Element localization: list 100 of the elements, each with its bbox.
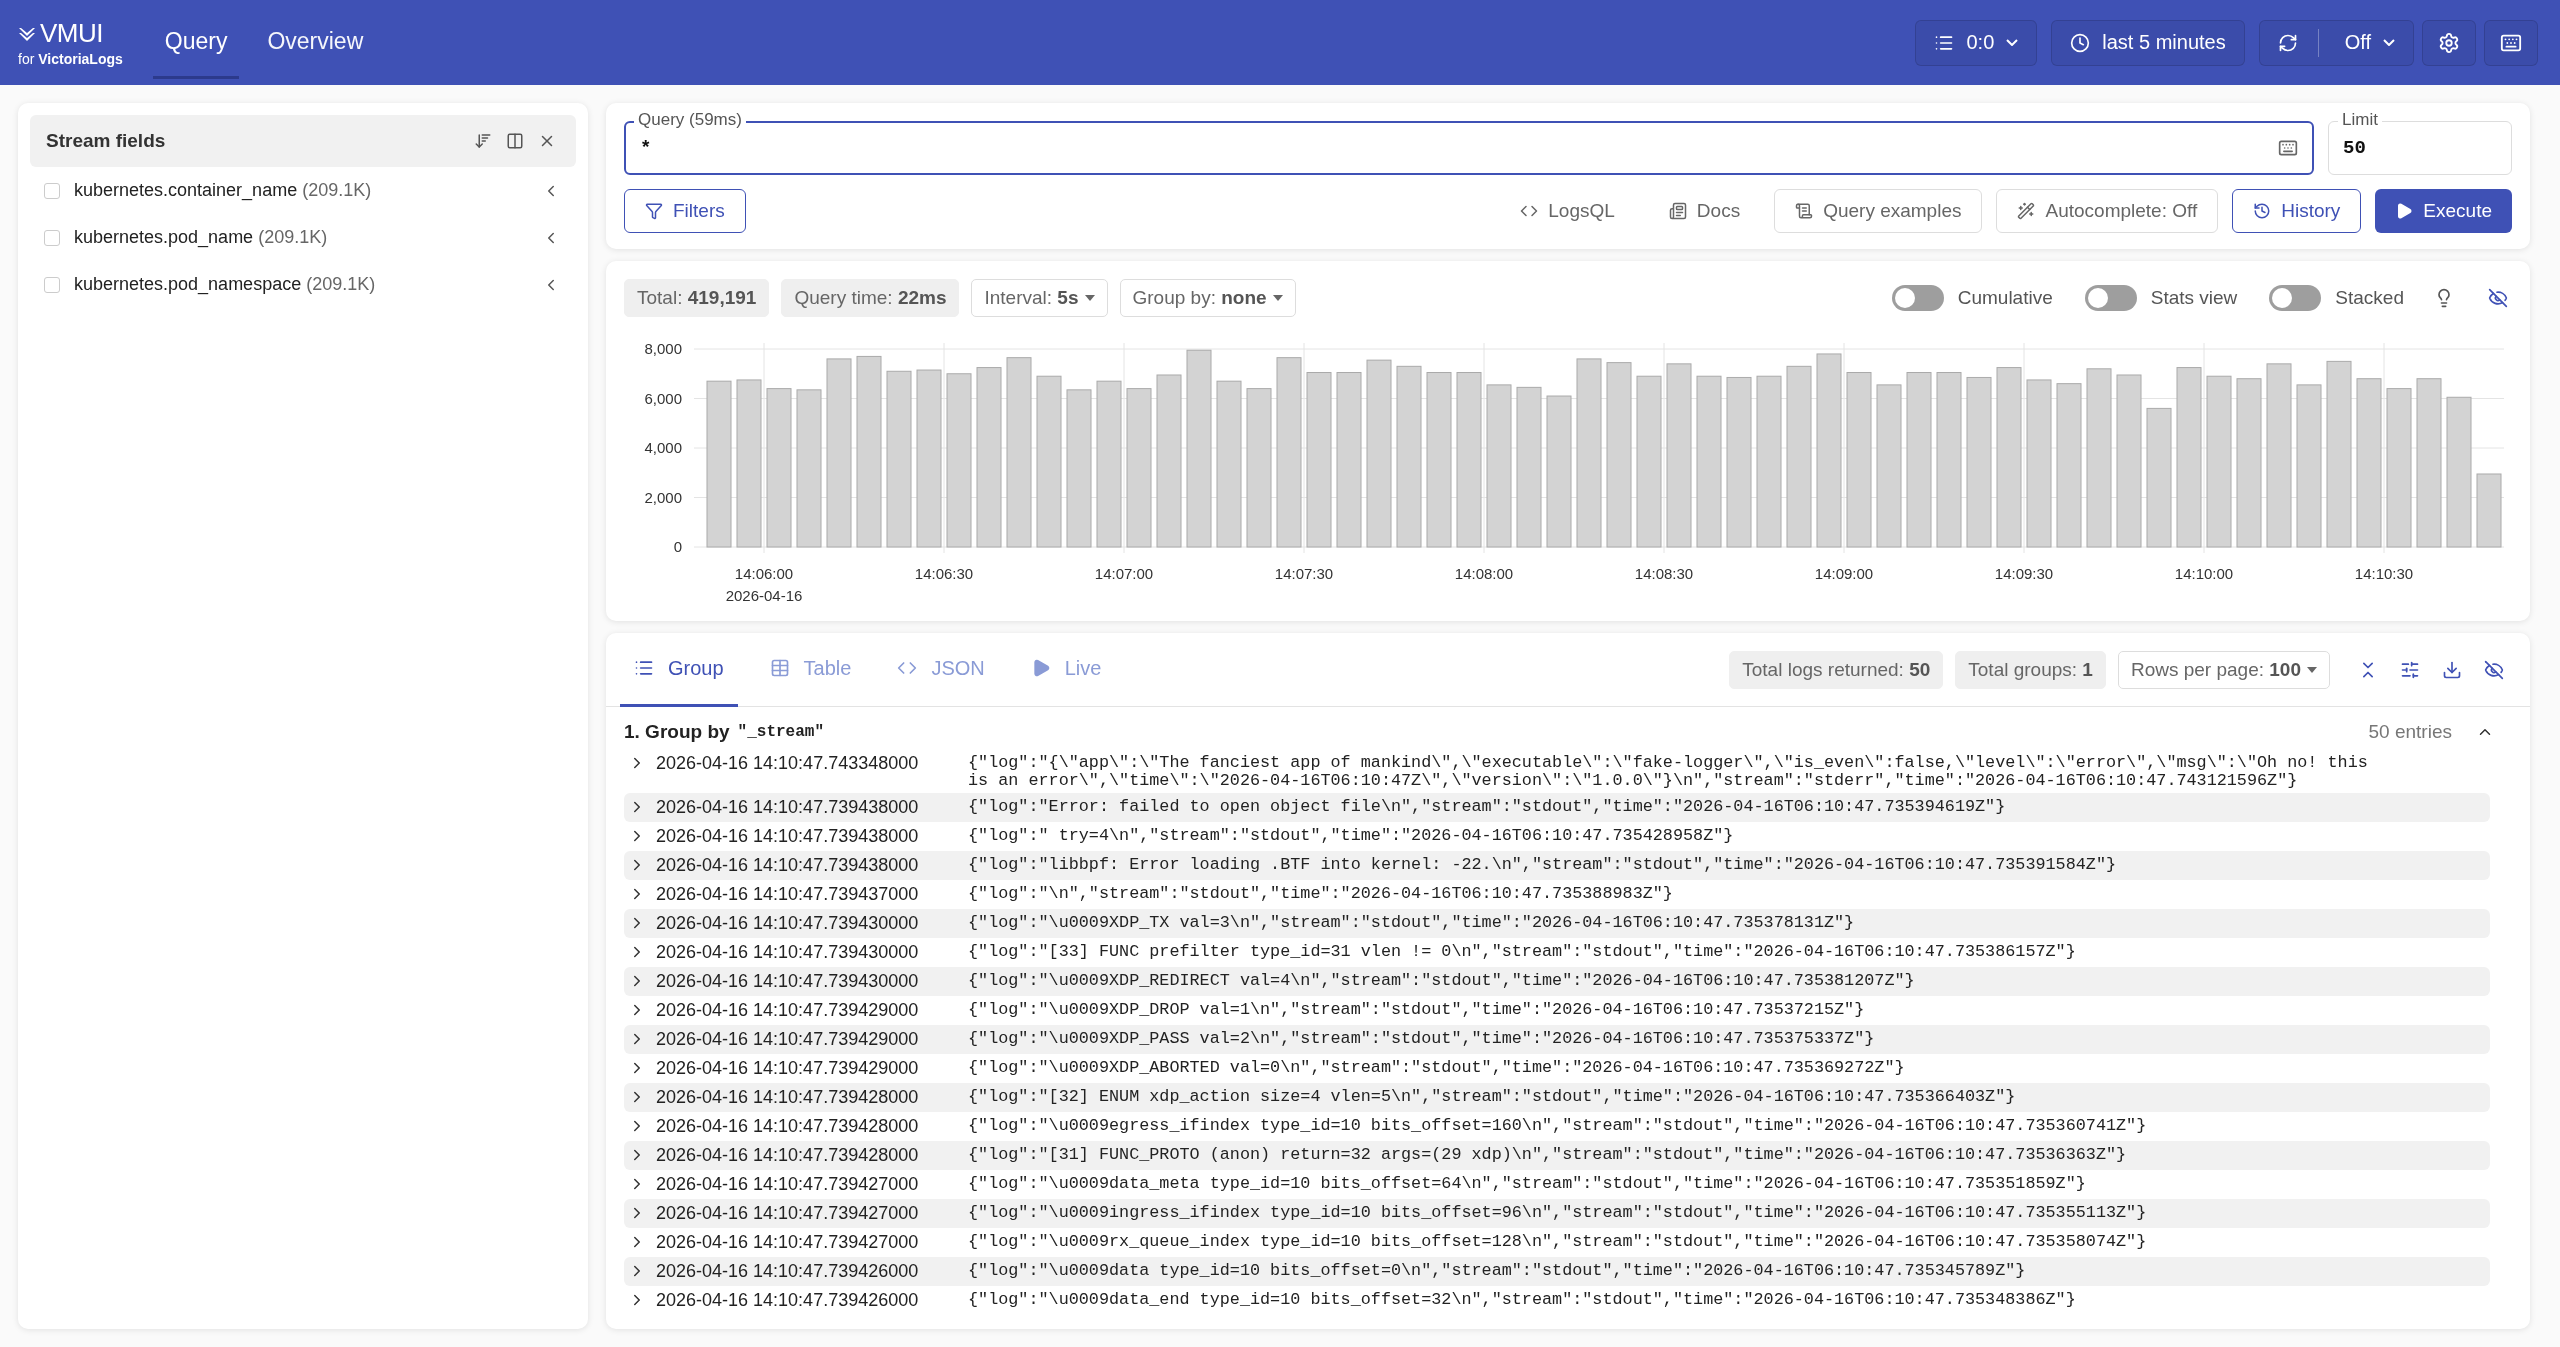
dropdown-button[interactable]: Interval: 5s — [971, 279, 1108, 317]
sort-icon — [474, 132, 492, 150]
keyboard-icon[interactable] — [2278, 138, 2298, 158]
log-timestamp: 2026-04-16 14:10:47.739427000 — [656, 1173, 920, 1196]
log-timestamp: 2026-04-16 14:10:47.739430000 — [656, 912, 920, 935]
log-timestamp: 2026-04-16 14:10:47.739427000 — [656, 1231, 920, 1254]
x-tick-label: 14:07:30 — [1274, 565, 1334, 582]
nav-tab[interactable]: Query — [152, 6, 240, 79]
toggle-label: Stats view — [2150, 287, 2238, 309]
log-message: {"log":"\u0009data_meta type_id=10 bits_offset=64\n","stream":"stdout","time":"2026-04-16T06:10:47.735351859Z"} — [968, 1173, 2087, 1193]
wand-icon — [2017, 202, 2036, 220]
clock-icon — [2253, 202, 2272, 220]
x-tick-label: 14:06:30 — [914, 565, 974, 582]
logo-title: VMUI — [40, 18, 103, 49]
log-message: {"log":"[31] FUNC_PROTO (anon) return=32 args=(29 xdp)\n","stream":"stdout","time":"2026-04-16T06:10:47.73536363Z"} — [968, 1144, 2128, 1164]
table-icon — [769, 658, 790, 678]
filter-icon — [645, 202, 663, 220]
toolbar-button[interactable]: Query examples — [1774, 189, 1983, 233]
x-tick-label: 14:09:30 — [1994, 565, 2054, 582]
eye-off-icon — [2488, 288, 2508, 308]
tenant-button[interactable]: 0:0 — [1915, 19, 2038, 66]
log-message: {"log":"libbpf: Error loading .BTF into kernel: -22.\n","stream":"stdout","time":"2026-04-16T06:10:47.735391584Z"} — [968, 854, 2118, 874]
field-name[interactable]: kubernetes.pod_name (209.1K) — [74, 227, 542, 248]
toolbar-button[interactable]: History — [2232, 189, 2362, 233]
field-label: Query (59ms) — [634, 110, 746, 130]
link-button[interactable]: LogsQL — [1500, 189, 1635, 233]
log-timestamp: 2026-04-16 14:10:47.739437000 — [656, 883, 920, 906]
y-tick-label: 4,000 — [644, 439, 682, 456]
field-checkbox[interactable] — [44, 182, 60, 199]
eye-off-icon — [2484, 659, 2504, 680]
x-tick-label: 14:10:00 — [2174, 565, 2234, 582]
log-timestamp: 2026-04-16 14:10:47.739426000 — [656, 1289, 920, 1312]
toggle-switch[interactable] — [2084, 285, 2137, 311]
log-message: {"log":"\u0009data type_id=10 bits_offset=0\n","stream":"stdout","time":"2026-04-16T06:10:47.735345789Z"} — [968, 1260, 2027, 1280]
x-tick-label: 14:10:30 — [2354, 565, 2414, 582]
caret-icon — [1272, 295, 1283, 301]
toolbar-button[interactable]: Autocomplete: Off — [1996, 189, 2219, 233]
play-icon — [2395, 202, 2414, 220]
log-message: {"log":"\u0009egress_ifindex type_id=10 bits_offset=160\n","stream":"stdout","time":"2026-04-16T06:10:47.735360741Z"} — [968, 1115, 2148, 1135]
dropdown-button[interactable]: Rows per page: 100 — [2117, 650, 2330, 689]
x-tick-label: 14:08:00 — [1454, 565, 1514, 582]
caret-icon — [2307, 666, 2317, 673]
x-tick-label: 14:08:30 — [1634, 565, 1694, 582]
field-name[interactable]: kubernetes.pod_namespace (209.1K) — [74, 274, 542, 295]
log-timestamp: 2026-04-16 14:10:47.739428000 — [656, 1115, 920, 1138]
field-checkbox[interactable] — [44, 276, 60, 293]
log-timestamp: 2026-04-16 14:10:47.739438000 — [656, 796, 920, 819]
caret-icon — [1084, 295, 1095, 301]
log-timestamp: 2026-04-16 14:10:47.743348000 — [656, 752, 920, 775]
newspaper-icon — [1668, 202, 1687, 220]
log-timestamp: 2026-04-16 14:10:47.739430000 — [656, 970, 920, 993]
toggle-label: Stacked — [2335, 287, 2404, 309]
date-label: 2026-04-16 — [725, 587, 803, 604]
toggle-switch[interactable] — [2269, 285, 2322, 311]
x-tick-label: 14:06:00 — [734, 565, 794, 582]
stat-chip: Query time: 22ms — [781, 279, 960, 317]
toolbar-button[interactable]: Execute — [2375, 189, 2512, 233]
nav-tab[interactable]: Overview — [255, 6, 376, 79]
y-tick-label: 6,000 — [644, 389, 682, 407]
log-message: {"log":"\u0009XDP_TX val=3\n","stream":"stdout","time":"2026-04-16T06:10:47.735378131Z"} — [968, 912, 1856, 932]
log-message: {"log":"\u0009ingress_ifindex type_id=10 bits_offset=96\n","stream":"stdout","time":"2026-04-16T06:10:47.735355113Z"} — [968, 1202, 2148, 1222]
sliders-icon — [2400, 659, 2420, 680]
refresh-button[interactable]: Off — [2258, 19, 2414, 66]
log-message: {"log":"\u0009XDP_DROP val=1\n","stream":"stdout","time":"2026-04-16T06:10:47.73537215Z"} — [968, 999, 1866, 1019]
settings-button[interactable] — [2422, 19, 2476, 66]
field-name[interactable]: kubernetes.container_name (209.1K) — [74, 180, 542, 201]
log-timestamp: 2026-04-16 14:10:47.739429000 — [656, 1057, 920, 1080]
stat-chip: Total groups: 1 — [1955, 650, 2106, 689]
x-tick-label: 14:07:00 — [1094, 565, 1154, 582]
log-message: {"log":"\u0009XDP_PASS val=2\n","stream":"stdout","time":"2026-04-16T06:10:47.735375337Z"} — [968, 1028, 1876, 1048]
log-message: {"log":"[33] FUNC prefilter type_id=31 vlen != 0\n","stream":"stdout","time":"2026-04-16T06:10:47.735386157Z"} — [968, 941, 2077, 961]
entries-count: 50 entries — [2368, 721, 2452, 743]
toggle-switch[interactable] — [1891, 285, 1944, 311]
settings-icon — [2438, 31, 2460, 54]
toggle-label: Cumulative — [1957, 287, 2053, 309]
time-range-button[interactable]: last 5 minutes — [2051, 19, 2245, 66]
field-checkbox[interactable] — [44, 229, 60, 246]
group-key: "_stream" — [737, 723, 824, 741]
view-tab[interactable]: Group — [620, 633, 738, 707]
keyboard-button[interactable] — [2484, 19, 2538, 66]
log-message: {"log":"\u0009XDP_ABORTED val=0\n","stream":"stdout","time":"2026-04-16T06:10:47.735369272Z"} — [968, 1057, 1906, 1077]
log-timestamp: 2026-04-16 14:10:47.739429000 — [656, 999, 920, 1022]
log-timestamp: 2026-04-16 14:10:47.739428000 — [656, 1144, 920, 1167]
log-timestamp: 2026-04-16 14:10:47.739426000 — [656, 1260, 920, 1283]
chevron-icon — [2006, 39, 2019, 46]
link-button[interactable]: Docs — [1648, 189, 1761, 233]
log-timestamp: 2026-04-16 14:10:47.739438000 — [656, 825, 920, 848]
y-tick-label: 2,000 — [644, 488, 682, 506]
log-message: {"log":"\u0009rx_queue_index type_id=10 bits_offset=128\n","stream":"stdout","time":"2026-04-16T06:10:47.735358074Z"} — [968, 1231, 2148, 1251]
log-message: {"log":"{\"app\":\"The fanciest app of mankind\",\"executable\":\"fake-logger\",\"is_even\":false,\"level\":\"error\",\"msg\":\"Oh no! this is an error\",\"time\":\"2026-04-16T06:10:47Z\",\"version\":\"1.0.0\"}\n","stream":"stderr","time":"2026-04-16T06:10:47.743121596Z"} — [968, 752, 2369, 790]
log-timestamp: 2026-04-16 14:10:47.739429000 — [656, 1028, 920, 1051]
y-tick-label: 8,000 — [644, 340, 682, 357]
log-timestamp: 2026-04-16 14:10:47.739428000 — [656, 1086, 920, 1109]
download-icon — [2442, 659, 2462, 680]
clock-icon — [2070, 32, 2091, 53]
filters-button[interactable]: Filters — [624, 189, 746, 233]
refresh-icon — [2277, 32, 2298, 53]
x-tick-label: 14:09:00 — [1814, 565, 1874, 582]
dropdown-button[interactable]: Group by: none — [1119, 279, 1296, 317]
stat-chip: Total logs returned: 50 — [1729, 650, 1944, 689]
